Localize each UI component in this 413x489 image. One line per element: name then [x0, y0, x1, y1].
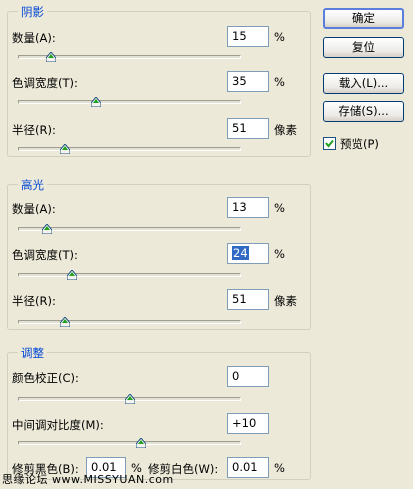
- shadows-radius-slider-track[interactable]: [18, 147, 241, 151]
- save-button[interactable]: 存储(S)...: [323, 101, 404, 122]
- white-clip-input[interactable]: 0.01: [227, 457, 269, 478]
- checkmark-icon: [325, 139, 334, 148]
- highlights-tonal-width-input[interactable]: 24: [227, 243, 269, 264]
- shadows-tonal-width-slider-track[interactable]: [18, 100, 241, 104]
- shadows-tonal-width-label: 色调宽度(T):: [12, 76, 78, 90]
- highlights-amount-unit: %: [274, 201, 285, 215]
- highlights-title: 高光: [18, 177, 47, 193]
- color-correction-input[interactable]: 0: [227, 366, 269, 387]
- shadows-amount-slider-thumb[interactable]: [46, 52, 57, 62]
- shadows-radius-unit: 像素: [274, 123, 297, 137]
- shadows-amount-unit: %: [274, 30, 285, 44]
- midtone-contrast-label: 中间调对比度(M):: [12, 418, 104, 432]
- highlights-tonal-width-slider-track[interactable]: [18, 273, 241, 277]
- highlights-amount-slider-thumb[interactable]: [41, 224, 52, 234]
- shadows-tonal-width-slider-thumb[interactable]: [91, 97, 102, 107]
- preview-checkbox[interactable]: [323, 137, 336, 150]
- color-correction-label: 颜色校正(C):: [12, 371, 79, 385]
- highlights-radius-input[interactable]: 51: [227, 289, 269, 310]
- adjustments-title: 调整: [18, 345, 47, 361]
- highlights-tonal-width-label: 色调宽度(T):: [12, 248, 78, 262]
- shadows-radius-slider-thumb[interactable]: [59, 144, 70, 154]
- highlights-tonal-width-unit: %: [274, 247, 285, 261]
- highlights-tonal-width-selected-text: 24: [232, 246, 249, 260]
- highlights-radius-slider-thumb[interactable]: [59, 317, 70, 327]
- ok-button[interactable]: 确定: [323, 8, 404, 29]
- watermark: 思缘论坛 www.MISSYUAN.com: [2, 473, 174, 486]
- midtone-contrast-slider-track[interactable]: [18, 441, 241, 445]
- preview-label: 预览(P): [340, 137, 379, 151]
- shadows-title: 阴影: [18, 4, 47, 20]
- highlights-radius-label: 半径(R):: [12, 294, 56, 308]
- midtone-contrast-slider-thumb[interactable]: [135, 438, 146, 448]
- highlights-radius-slider-track[interactable]: [18, 320, 241, 324]
- shadows-amount-label: 数量(A):: [12, 31, 56, 45]
- shadows-radius-input[interactable]: 51: [227, 118, 269, 139]
- shadows-radius-label: 半径(R):: [12, 123, 56, 137]
- reset-button[interactable]: 复位: [323, 37, 404, 58]
- shadows-tonal-width-unit: %: [274, 75, 285, 89]
- highlights-radius-unit: 像素: [274, 294, 297, 308]
- shadows-tonal-width-input[interactable]: 35: [227, 71, 269, 92]
- highlights-amount-label: 数量(A):: [12, 202, 56, 216]
- midtone-contrast-input[interactable]: +10: [227, 413, 269, 434]
- highlights-tonal-width-slider-thumb[interactable]: [66, 270, 77, 280]
- shadows-amount-input[interactable]: 15: [227, 26, 269, 47]
- highlights-amount-input[interactable]: 13: [227, 197, 269, 218]
- color-correction-slider-thumb[interactable]: [124, 394, 135, 404]
- white-clip-unit: %: [274, 461, 285, 475]
- load-button[interactable]: 载入(L)...: [323, 73, 404, 94]
